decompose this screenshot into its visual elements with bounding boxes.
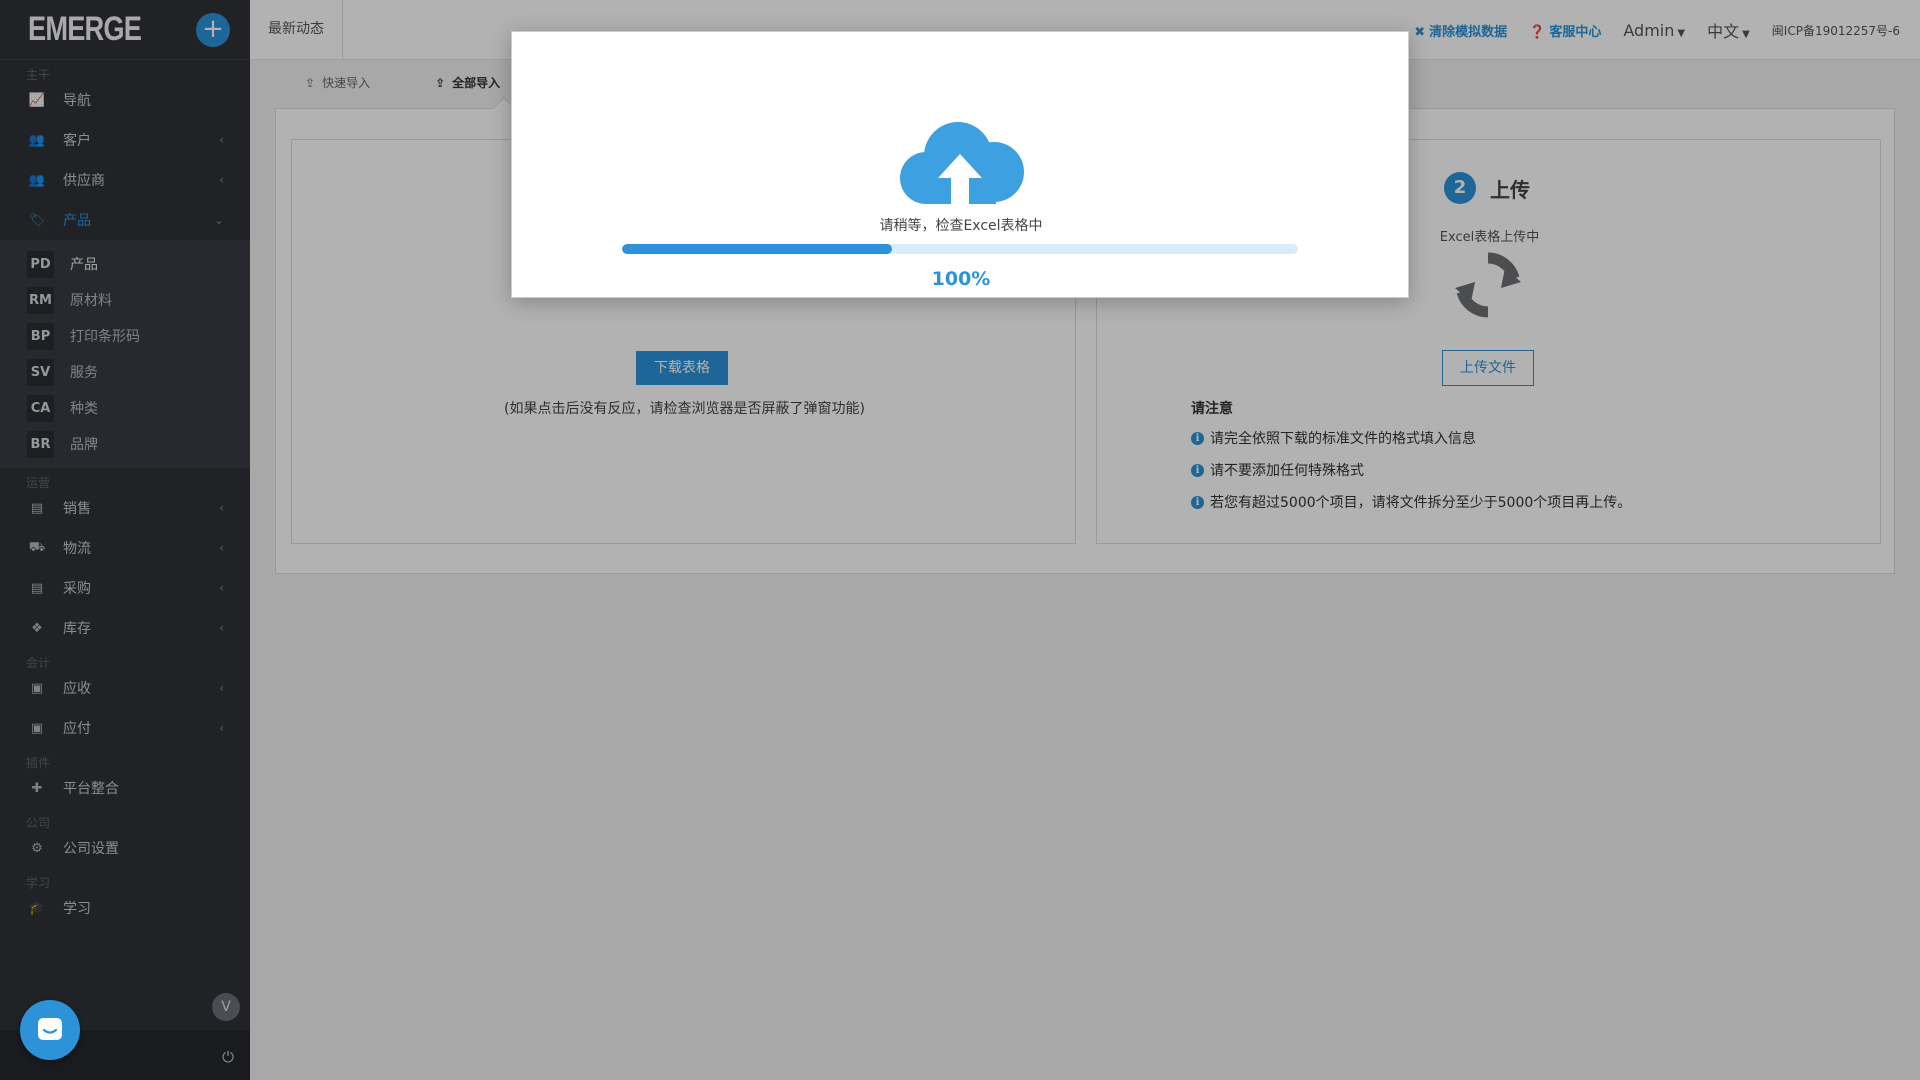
progress-label: 100% bbox=[931, 268, 991, 290]
progress-bar-fill bbox=[622, 244, 893, 254]
cloud-upload-icon bbox=[900, 122, 1024, 204]
chat-launcher-button[interactable] bbox=[20, 1000, 80, 1060]
chat-icon bbox=[38, 1018, 62, 1040]
upload-progress-modal: 请稍等，检查Excel表格中 100% bbox=[511, 31, 1409, 298]
modal-message: 请稍等，检查Excel表格中 bbox=[879, 218, 1043, 234]
progress-bar bbox=[622, 244, 1298, 254]
